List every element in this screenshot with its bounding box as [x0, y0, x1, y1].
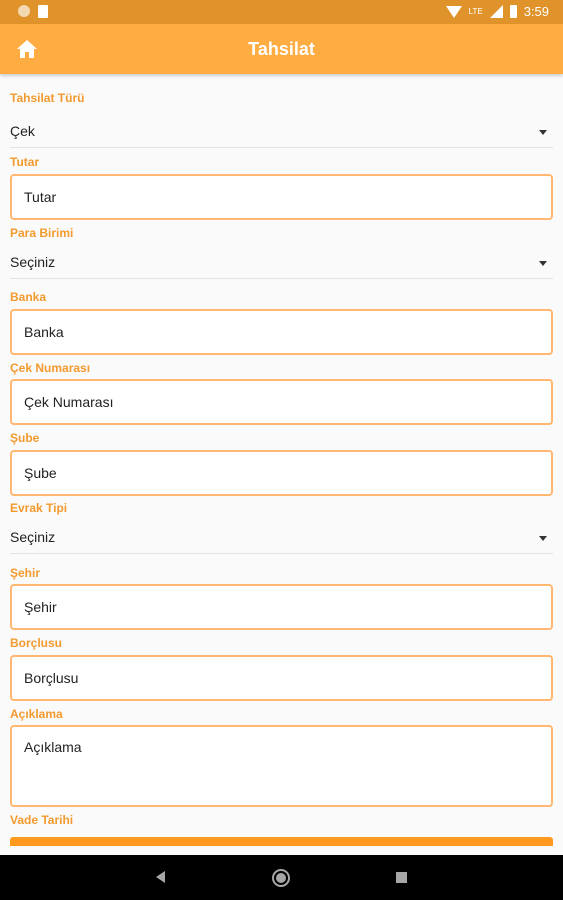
- tutar-field-box: [10, 174, 553, 220]
- evrak-tipi-select[interactable]: Seçiniz: [10, 522, 553, 554]
- aciklama-textarea[interactable]: [24, 739, 534, 799]
- evrak-tipi-label: Evrak Tipi: [10, 501, 68, 515]
- notification-dot-icon: [18, 5, 30, 17]
- status-bar: LTE 3:59: [0, 0, 563, 24]
- borclusu-field-box: [10, 655, 553, 701]
- network-type: LTE: [468, 7, 483, 16]
- sehir-label: Şehir: [10, 566, 41, 580]
- cek-numarasi-input[interactable]: [24, 381, 534, 423]
- para-birimi-value: Seçiniz: [10, 254, 56, 270]
- sube-field-box: [10, 450, 553, 496]
- sube-label: Şube: [10, 431, 40, 445]
- cell-signal-icon: [489, 5, 503, 18]
- sd-card-icon: [38, 5, 48, 18]
- para-birimi-label: Para Birimi: [10, 226, 74, 240]
- tahsilat-turu-select[interactable]: Çek: [10, 116, 553, 148]
- home-circle-icon[interactable]: [272, 869, 290, 887]
- cek-numarasi-label: Çek Numarası: [10, 361, 91, 375]
- collection-form: Tahsilat Türü Çek Tutar Para Birimi Seçi…: [0, 76, 563, 846]
- tahsilat-turu-value: Çek: [10, 123, 35, 139]
- borclusu-input[interactable]: [24, 657, 534, 699]
- date-picker-button[interactable]: [10, 837, 553, 846]
- banka-field-box: [10, 309, 553, 355]
- borclusu-label: Borçlusu: [10, 636, 63, 650]
- chevron-down-icon: [539, 536, 547, 541]
- evrak-tipi-value: Seçiniz: [10, 529, 56, 545]
- navigation-bar: [0, 855, 563, 900]
- battery-icon: [509, 5, 517, 18]
- tutar-input[interactable]: [24, 176, 534, 218]
- sehir-input[interactable]: [24, 586, 534, 628]
- back-icon[interactable]: [156, 871, 165, 883]
- tahsilat-turu-label: Tahsilat Türü: [10, 91, 85, 105]
- sube-input[interactable]: [24, 452, 534, 494]
- app-bar: Tahsilat: [0, 24, 563, 74]
- vade-tarihi-label: Vade Tarihi: [10, 813, 74, 827]
- chevron-down-icon: [539, 130, 547, 135]
- aciklama-field-box: [10, 725, 553, 807]
- clock: 3:59: [523, 4, 549, 19]
- chevron-down-icon: [539, 261, 547, 266]
- cek-numarasi-field-box: [10, 379, 553, 425]
- banka-label: Banka: [10, 290, 47, 304]
- wifi-icon: [445, 5, 462, 18]
- sehir-field-box: [10, 584, 553, 630]
- para-birimi-select[interactable]: Seçiniz: [10, 247, 553, 279]
- page-title: Tahsilat: [248, 39, 315, 59]
- aciklama-label: Açıklama: [10, 707, 63, 721]
- banka-input[interactable]: [24, 311, 534, 353]
- tutar-label: Tutar: [10, 155, 40, 169]
- recents-icon[interactable]: [396, 872, 407, 883]
